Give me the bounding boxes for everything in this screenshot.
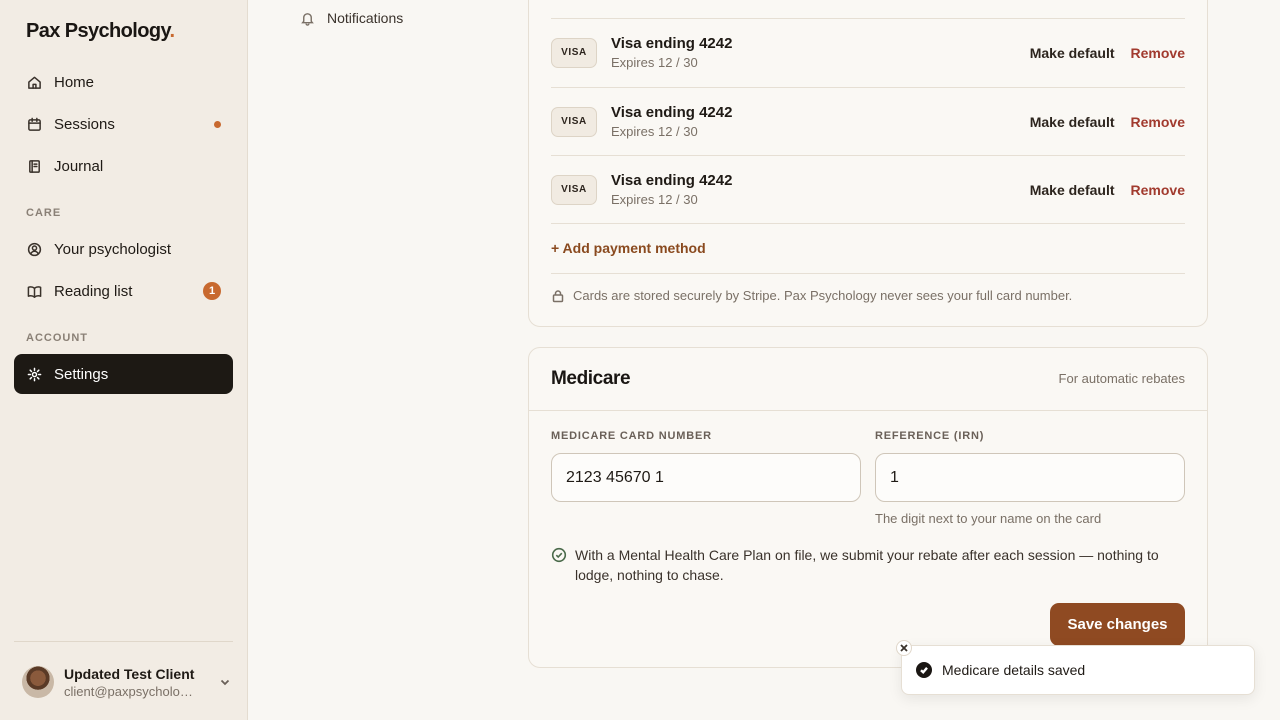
user-name: Updated Test Client xyxy=(64,665,195,682)
nav-label: Sessions xyxy=(54,115,115,133)
card-title: Visa ending 4242 xyxy=(611,172,733,189)
visa-card-icon: VISA xyxy=(551,174,597,205)
make-default-button[interactable]: Make default xyxy=(1030,182,1115,198)
user-email: client@paxpsychology.com.au xyxy=(64,683,200,699)
medicare-card-number-input[interactable] xyxy=(551,453,861,502)
nav-item-your-psychologist[interactable]: Your psychologist xyxy=(14,229,233,269)
make-default-button[interactable]: Make default xyxy=(1030,45,1115,61)
nav-label: Settings xyxy=(54,365,109,383)
toast-message: Medicare details saved xyxy=(942,662,1086,678)
irn-input[interactable] xyxy=(875,453,1185,502)
avatar xyxy=(22,666,54,698)
medicare-header: Medicare For automatic rebates xyxy=(529,348,1207,411)
nav-item-settings[interactable]: Settings xyxy=(14,354,233,394)
success-toast: Medicare details saved xyxy=(896,640,1255,695)
save-changes-button[interactable]: Save changes xyxy=(1050,603,1185,646)
security-note: Cards are stored securely by Stripe. Pax… xyxy=(551,288,1072,303)
section-label-account: ACCOUNT xyxy=(26,332,88,344)
nav-label: Journal xyxy=(54,157,104,175)
brand-logo[interactable]: Pax Psychology. xyxy=(26,20,175,43)
home-icon xyxy=(26,74,42,90)
check-circle-icon xyxy=(551,547,567,563)
card-expiry: Expires 12 / 30 xyxy=(611,192,698,207)
care-plan-note-text: With a Mental Health Care Plan on file, … xyxy=(575,547,1159,583)
card-title: Visa ending 4242 xyxy=(611,35,733,52)
nav-label: Home xyxy=(54,73,95,91)
user-menu[interactable]: Updated Test Client client@paxpsychology… xyxy=(22,662,230,702)
card-expiry: Expires 12 / 30 xyxy=(611,55,698,70)
chevron-down-icon xyxy=(218,675,232,689)
user-circle-icon xyxy=(26,241,42,257)
payment-method-row: VISA Visa ending 4242 Expires 12 / 30 Ma… xyxy=(551,87,1185,155)
nav-label: Your psychologist xyxy=(54,240,172,258)
calendar-icon xyxy=(26,116,42,132)
close-icon[interactable] xyxy=(896,640,912,656)
section-title: Medicare xyxy=(551,368,631,389)
remove-card-button[interactable]: Remove xyxy=(1131,182,1185,198)
nav-label: Reading list xyxy=(54,282,133,300)
visa-card-icon: VISA xyxy=(551,106,597,137)
irn-label: REFERENCE (IRN) xyxy=(875,430,985,442)
add-payment-method-button[interactable]: + Add payment method xyxy=(551,240,706,256)
bell-icon xyxy=(301,12,314,26)
subnav-label: Notifications xyxy=(327,10,404,26)
card-title: Visa ending 4242 xyxy=(611,104,733,121)
sidebar-divider xyxy=(14,641,233,642)
check-icon xyxy=(916,662,932,678)
journal-icon xyxy=(26,158,42,174)
payment-method-row: VISA Visa ending 4242 Expires 12 / 30 Ma… xyxy=(551,155,1185,223)
visa-card-icon: VISA xyxy=(551,37,597,68)
sidebar: Pax Psychology. Home Sessions Journal CA… xyxy=(0,0,248,720)
payment-methods-card: VISA Visa ending 4242 Expires 12 / 30 Ma… xyxy=(528,0,1208,327)
medicare-card: Medicare For automatic rebates MEDICARE … xyxy=(528,347,1208,668)
nav-item-sessions[interactable]: Sessions xyxy=(14,104,233,144)
medicare-card-number-label: MEDICARE CARD NUMBER xyxy=(551,430,712,442)
payment-method-row: VISA Visa ending 4242 Expires 12 / 30 Ma… xyxy=(551,18,1185,86)
irn-help-text: The digit next to your name on the card xyxy=(875,511,1102,526)
lock-icon xyxy=(552,289,564,302)
nav-item-reading-list[interactable]: Reading list 1 xyxy=(14,271,233,311)
section-divider xyxy=(551,273,1185,274)
make-default-button[interactable]: Make default xyxy=(1030,114,1115,130)
remove-card-button[interactable]: Remove xyxy=(1131,114,1185,130)
gear-icon xyxy=(26,366,42,382)
nav-item-home[interactable]: Home xyxy=(14,62,233,102)
section-label-care: CARE xyxy=(26,207,62,219)
section-hint: For automatic rebates xyxy=(1058,371,1185,386)
book-icon xyxy=(26,283,42,299)
notification-dot xyxy=(214,120,221,128)
care-plan-note: With a Mental Health Care Plan on file, … xyxy=(551,545,1171,585)
nav-item-journal[interactable]: Journal xyxy=(14,146,233,186)
row-divider xyxy=(551,223,1185,224)
card-expiry: Expires 12 / 30 xyxy=(611,124,698,139)
count-badge: 1 xyxy=(203,282,221,300)
settings-subnav-notifications[interactable]: Notifications xyxy=(300,8,403,28)
remove-card-button[interactable]: Remove xyxy=(1131,45,1185,61)
security-note-text: Cards are stored securely by Stripe. Pax… xyxy=(573,288,1073,303)
